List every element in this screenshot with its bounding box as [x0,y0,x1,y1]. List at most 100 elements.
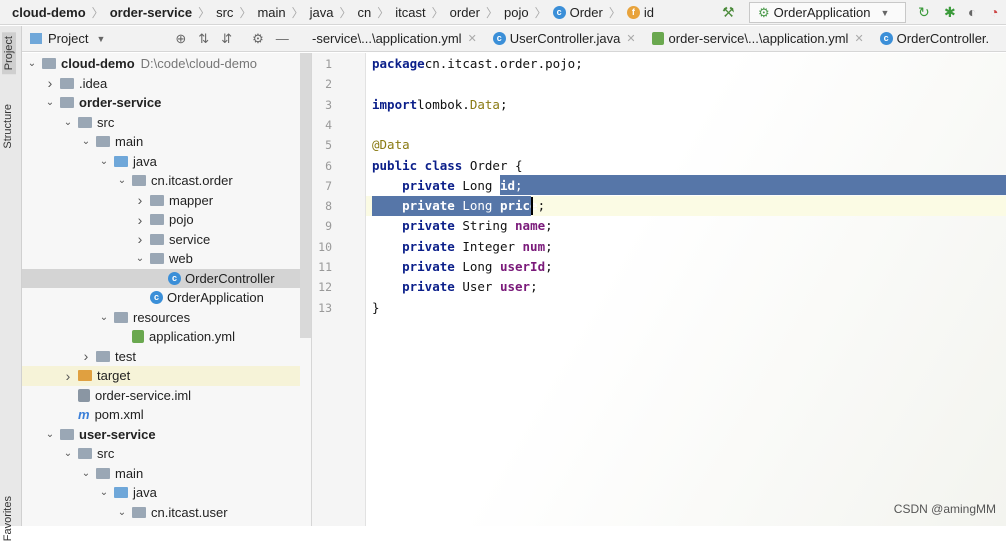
breadcrumb-item[interactable]: 〉 pojo [480,4,529,21]
chevron-right-icon[interactable]: › [134,231,146,247]
tree-item[interactable]: c OrderApplication [22,288,300,308]
editor-tab[interactable]: order-service\...\application.yml ✕ [644,31,872,46]
chevron-down-icon[interactable]: ⌄ [134,253,146,264]
line-number: 8 [325,199,332,214]
tree-item[interactable]: ⌄ java [22,152,300,172]
breadcrumb-item[interactable]: 〉 order [426,4,480,21]
structure-tool-tab[interactable]: Structure [2,104,14,149]
collapse-all-icon[interactable]: ⇵ [221,31,232,47]
watermark: CSDN @amingMM [893,502,996,516]
chevron-right-icon[interactable]: › [62,368,74,384]
tree-item[interactable]: ⌄ src [22,444,300,464]
chevron-down-icon[interactable]: ⌄ [80,468,92,479]
breadcrumb-item[interactable]: cloud-demo [12,5,86,20]
tree-item-label: src [97,446,115,462]
breadcrumb-item[interactable]: 〉 f id [603,4,654,21]
breadcrumb-item[interactable]: 〉 src [192,4,233,21]
tree-item[interactable]: ⌄ resources [22,308,300,328]
editor-tab[interactable]: -service\...\application.yml ✕ [312,31,485,46]
line-number: 7 [325,178,332,193]
keyword: private [402,198,455,214]
code-editor[interactable]: packagecn.itcast.order.pojo; importlombok… [366,53,1006,526]
hide-icon[interactable]: — [276,31,289,46]
tree-item[interactable]: ⌄ cn.itcast.user [22,503,300,523]
chevron-down-icon[interactable]: ▼ [96,34,105,44]
chevron-down-icon[interactable]: ⌄ [26,58,38,69]
breadcrumb-label: main [257,4,286,20]
chevron-down-icon[interactable]: ⌄ [44,429,56,440]
favorites-tool-tab[interactable]: Favorites [2,496,14,541]
code-text: User [454,279,500,295]
locate-icon[interactable]: ⊕ [175,31,186,47]
gear-icon[interactable]: ⚙ [252,31,264,47]
editor-tab-label: order-service\...\application.yml [668,31,849,46]
rerun-icon[interactable]: ↻ [918,4,930,21]
breadcrumb-item[interactable]: 〉 main [233,4,285,21]
tree-item[interactable]: ⌄ cloud-demo D:\code\cloud-demo [22,54,300,74]
breadcrumb-item[interactable]: 〉 order-service [86,4,192,21]
tool-window-stripe: Project Structure Favorites [0,26,22,541]
folder-icon [78,370,92,382]
keyword: private [402,238,455,254]
coverage-icon[interactable]: ◐ [968,4,976,20]
build-icon[interactable]: ⚒ [722,4,735,21]
chevron-down-icon[interactable]: ⌄ [98,312,110,323]
breadcrumb-label: order-service [109,4,193,20]
chevron-right-icon[interactable]: › [134,192,146,208]
tree-item[interactable]: › mapper [22,191,300,211]
project-tool-tab[interactable]: Project [2,32,16,75]
tree-item[interactable]: order-service.iml [22,386,300,406]
tree-item[interactable]: application.yml [22,327,300,347]
chevron-down-icon[interactable]: ⌄ [62,117,74,128]
close-icon[interactable]: ✕ [626,32,635,45]
code-text: Long [454,198,500,214]
chevron-right-icon[interactable]: › [80,348,92,364]
debug-icon[interactable]: ✱ [944,4,956,21]
breadcrumb-item[interactable]: 〉 c Order [529,4,603,21]
chevron-down-icon[interactable]: ⌄ [80,136,92,147]
tree-item[interactable]: ⌄ src [22,113,300,133]
tree-item[interactable]: ⌄ user-service [22,425,300,445]
breadcrumb-item[interactable]: 〉 itcast [371,4,425,21]
tree-item[interactable]: ⌄ main [22,464,300,484]
breadcrumb-item[interactable]: 〉 cn [334,4,372,21]
tree-item-label: mapper [169,192,214,208]
profile-icon[interactable]: ◔ [990,4,998,20]
chevron-down-icon[interactable]: ⌄ [116,507,128,518]
tree-item[interactable]: › target [22,366,300,386]
tree-item[interactable]: ⌄ cn.itcast.order [22,171,300,191]
code-text: ; [545,259,553,274]
expand-all-icon[interactable]: ⇅ [198,31,209,47]
project-view-select[interactable]: Project [48,31,88,46]
tree-item[interactable]: › test [22,347,300,367]
breadcrumb-item[interactable]: 〉 java [286,4,334,21]
tree-item[interactable]: m pom.xml [22,405,300,425]
chevron-down-icon[interactable]: ⌄ [62,448,74,459]
tree-item[interactable]: › pojo [22,210,300,230]
chevron-down-icon[interactable]: ⌄ [116,175,128,186]
folder-icon [78,448,92,460]
close-icon[interactable]: ✕ [468,32,477,45]
tree-item[interactable]: c OrderController [22,268,300,288]
tree-item[interactable]: ⌄ main [22,132,300,152]
editor-tab[interactable]: c UserController.java ✕ [485,31,644,46]
tree-item-path: D:\code\cloud-demo [140,56,258,72]
tree-scrollbar[interactable] [300,53,311,338]
tree-item[interactable]: › .idea [22,74,300,94]
chevron-down-icon[interactable]: ⌄ [98,487,110,498]
editor-tab[interactable]: c OrderController. [872,31,997,46]
chevron-down-icon[interactable]: ⌄ [44,97,56,108]
run-configuration-select[interactable]: ⚙ OrderApplication ▼ [749,2,906,23]
chevron-right-icon[interactable]: › [134,212,146,228]
close-icon[interactable]: ✕ [854,32,863,45]
chevron-right-icon[interactable]: › [44,75,56,91]
tree-item[interactable]: › service [22,230,300,250]
breadcrumb-separator-icon: 〉 [534,5,547,20]
chevron-down-icon[interactable]: ⌄ [98,156,110,167]
module-folder-icon [42,58,56,70]
tree-item[interactable]: ⌄ java [22,483,300,503]
tree-item[interactable]: ⌄ order-service [22,93,300,113]
class-icon: c [150,291,163,305]
tree-item[interactable]: ⌄ web [22,249,300,269]
